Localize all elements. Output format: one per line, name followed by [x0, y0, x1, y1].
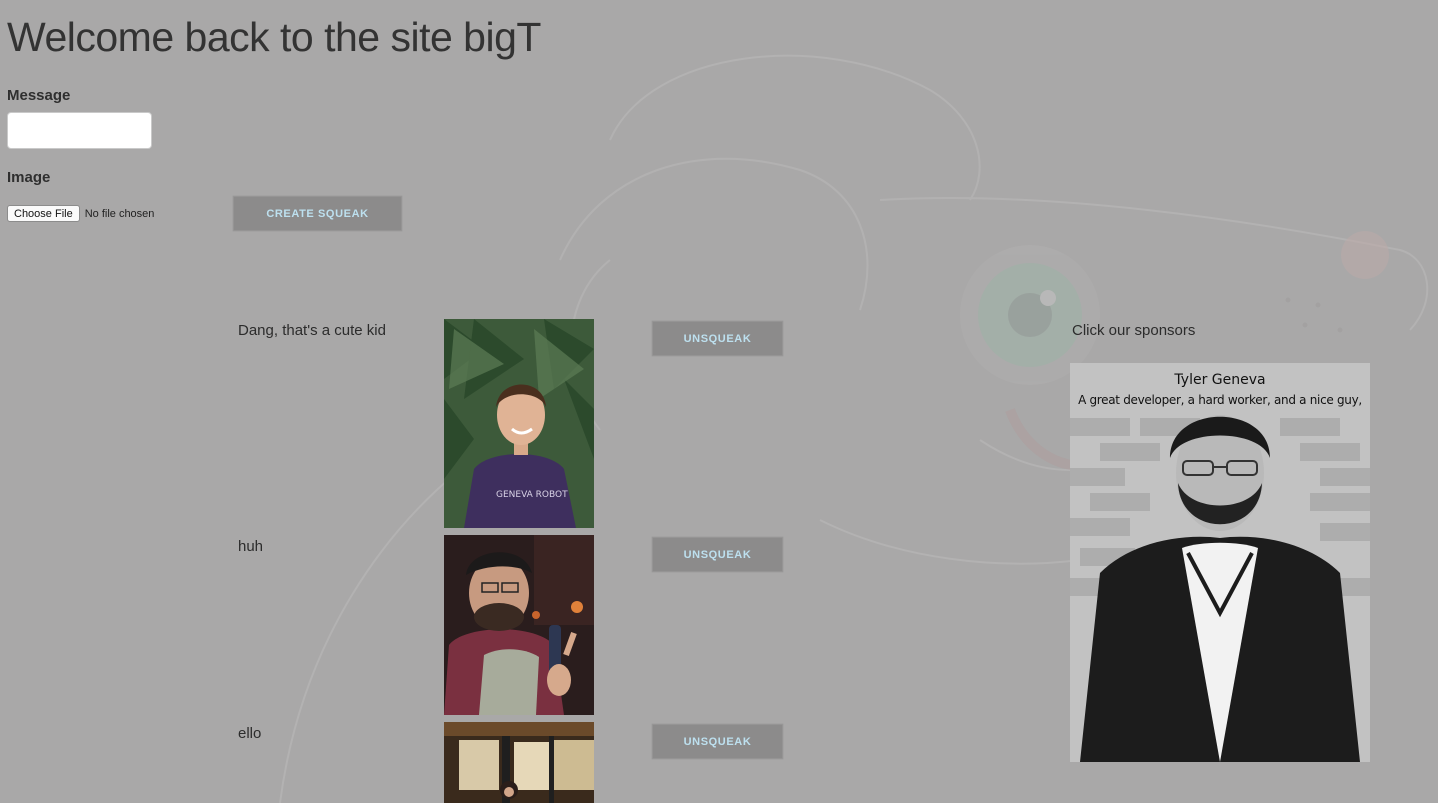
sponsor-tagline: A great developer, a hard worker, and a … — [1078, 393, 1362, 407]
squeak-text: ello — [238, 725, 262, 742]
no-file-chosen-text: No file chosen — [84, 207, 155, 220]
squeak-text: Dang, that's a cute kid — [238, 322, 386, 339]
unsqueak-button[interactable]: UNSQUEAK — [651, 320, 784, 357]
message-input[interactable] — [7, 112, 152, 149]
sponsor-name: Tyler Geneva — [1174, 372, 1266, 388]
choose-file-button[interactable]: Choose File — [7, 205, 80, 222]
message-label: Message — [7, 87, 71, 104]
squeak-photo-cafe-interior — [444, 722, 594, 803]
create-squeak-button[interactable]: CREATE SQUEAK — [232, 195, 403, 232]
unsqueak-button[interactable]: UNSQUEAK — [651, 536, 784, 573]
unsqueak-button[interactable]: UNSQUEAK — [651, 723, 784, 760]
image-file-picker: Choose File No file chosen — [7, 205, 154, 222]
squeak-photo-boy: GENEVA ROBOT — [444, 319, 594, 528]
image-label: Image — [7, 169, 51, 186]
squeak-photo-man-with-bottle — [444, 535, 594, 715]
sponsor-portrait — [1070, 363, 1370, 762]
svg-text:GENEVA ROBOT: GENEVA ROBOT — [496, 490, 568, 500]
sponsors-heading: Click our sponsors — [1072, 322, 1196, 339]
page-title: Welcome back to the site bigT — [7, 14, 541, 60]
squeak-text: huh — [238, 538, 264, 555]
sponsor-ad[interactable]: Tyler Geneva A great developer, a hard w… — [1070, 363, 1370, 762]
